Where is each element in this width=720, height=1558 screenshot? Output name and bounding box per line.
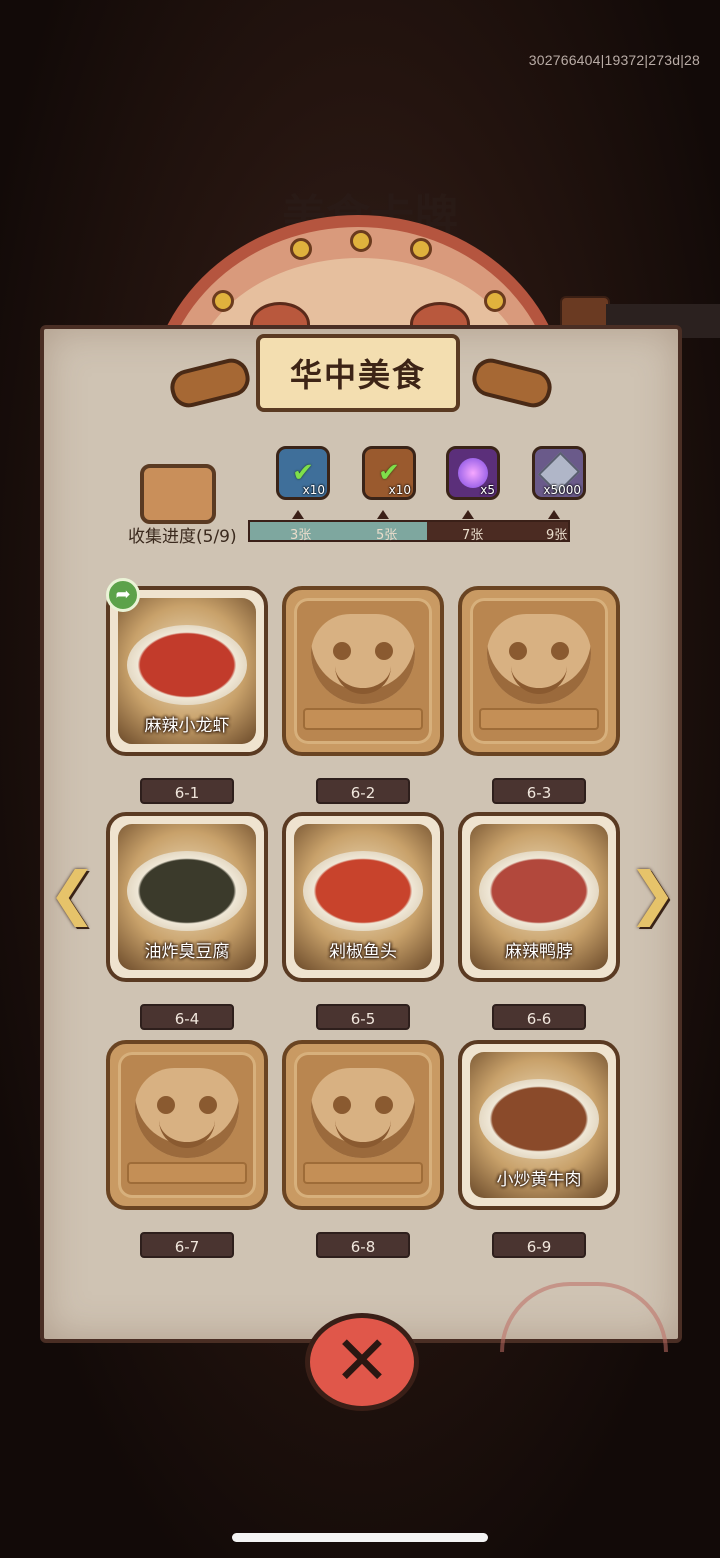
milestone-tick	[292, 510, 304, 519]
card-number-label: 6-4	[140, 1004, 234, 1030]
stud-icon	[290, 238, 312, 260]
dish-card[interactable]	[282, 586, 444, 756]
locked-placeholder-icon	[311, 1068, 415, 1159]
reward-blue-chest[interactable]: ✔ x10	[276, 446, 330, 500]
ribbon-decoration	[303, 1162, 423, 1184]
smile-decoration	[159, 1120, 215, 1149]
prev-page-arrow-icon[interactable]: ❮	[48, 860, 97, 926]
locked-placeholder-icon	[311, 614, 415, 705]
card-number-label: 6-1	[140, 778, 234, 804]
home-indicator[interactable]	[232, 1533, 488, 1542]
card-number-label: 6-7	[140, 1232, 234, 1258]
ribbon-decoration	[127, 1162, 247, 1184]
eye-decoration	[375, 642, 393, 661]
album-icon	[140, 464, 216, 524]
reward-qty: x5	[480, 483, 495, 497]
card-frame: 麻辣小龙虾	[118, 598, 256, 744]
card-number-label: 6-3	[492, 778, 586, 804]
dish-image	[127, 625, 247, 706]
next-page-arrow-icon[interactable]: ❯	[628, 860, 677, 926]
card-frame	[294, 598, 432, 744]
eye-decoration	[375, 1096, 393, 1115]
ribbon-decoration	[479, 708, 599, 730]
milestone-tick	[377, 510, 389, 519]
milestone-label: 3张	[290, 528, 312, 543]
milestone-label: 9张	[546, 528, 568, 543]
card-frame	[470, 598, 608, 744]
stud-icon	[350, 230, 372, 252]
dish-name: 剁椒鱼头	[329, 942, 397, 962]
dish-card[interactable]: 麻辣小龙虾	[106, 586, 268, 756]
eye-decoration	[333, 642, 351, 661]
dish-name: 麻辣鸭脖	[505, 942, 573, 962]
milestone-label: 5张	[376, 528, 398, 543]
eye-decoration	[509, 642, 527, 661]
progress-fill	[250, 522, 427, 540]
share-icon[interactable]: ➦	[106, 578, 140, 612]
dish-name: 麻辣小龙虾	[144, 716, 230, 736]
eye-decoration	[199, 1096, 217, 1115]
card-number-label: 6-5	[316, 1004, 410, 1030]
reward-qty: x10	[388, 483, 411, 497]
close-button[interactable]: ✕	[305, 1313, 419, 1411]
dish-image	[479, 1079, 599, 1160]
dish-card[interactable]: 麻辣鸭脖	[458, 812, 620, 982]
eye-decoration	[333, 1096, 351, 1115]
card-number-label: 6-9	[492, 1232, 586, 1258]
dish-name: 小炒黄牛肉	[496, 1170, 582, 1190]
dish-image	[479, 851, 599, 932]
stud-icon	[484, 290, 506, 312]
reward-purple-orb[interactable]: x5	[446, 446, 500, 500]
eye-decoration	[157, 1096, 175, 1115]
reward-qty: x5000	[543, 483, 581, 497]
dish-card[interactable]: 剁椒鱼头	[282, 812, 444, 982]
reward-silver-gem[interactable]: x5000	[532, 446, 586, 500]
card-frame	[118, 1052, 256, 1198]
card-frame: 油炸臭豆腐	[118, 824, 256, 970]
card-frame: 麻辣鸭脖	[470, 824, 608, 970]
card-number-label: 6-6	[492, 1004, 586, 1030]
page-title: 华中美食	[289, 356, 426, 394]
smile-decoration	[335, 666, 391, 695]
card-number-label: 6-2	[316, 778, 410, 804]
locked-placeholder-icon	[135, 1068, 239, 1159]
eye-decoration	[551, 642, 569, 661]
smile-decoration	[335, 1120, 391, 1149]
dish-image	[127, 851, 247, 932]
stud-icon	[212, 290, 234, 312]
card-number-label: 6-8	[316, 1232, 410, 1258]
collection-progress-bar: 3张 5张 7张 9张	[248, 520, 570, 543]
milestone-label: 7张	[462, 528, 484, 543]
card-frame: 剁椒鱼头	[294, 824, 432, 970]
card-frame: 小炒黄牛肉	[470, 1052, 608, 1198]
build-id-text: 302766404|19372|273d|28	[528, 52, 700, 68]
dish-card[interactable]	[458, 586, 620, 756]
smile-decoration	[511, 666, 567, 695]
dish-card[interactable]	[106, 1040, 268, 1210]
title-banner: 华中美食	[256, 334, 460, 412]
reward-brown-chest[interactable]: ✔ x10	[362, 446, 416, 500]
dish-name: 油炸臭豆腐	[144, 942, 230, 962]
milestone-tick	[548, 510, 560, 519]
stud-icon	[410, 238, 432, 260]
dish-card[interactable]: 油炸臭豆腐	[106, 812, 268, 982]
dish-image	[303, 851, 423, 932]
reward-qty: x10	[302, 483, 325, 497]
ribbon-decoration	[303, 708, 423, 730]
milestone-tick	[462, 510, 474, 519]
card-frame	[294, 1052, 432, 1198]
collection-progress-label: 收集进度(5/9)	[128, 527, 237, 547]
locked-placeholder-icon	[487, 614, 591, 705]
dish-card[interactable]: 小炒黄牛肉	[458, 1040, 620, 1210]
dish-card[interactable]	[282, 1040, 444, 1210]
